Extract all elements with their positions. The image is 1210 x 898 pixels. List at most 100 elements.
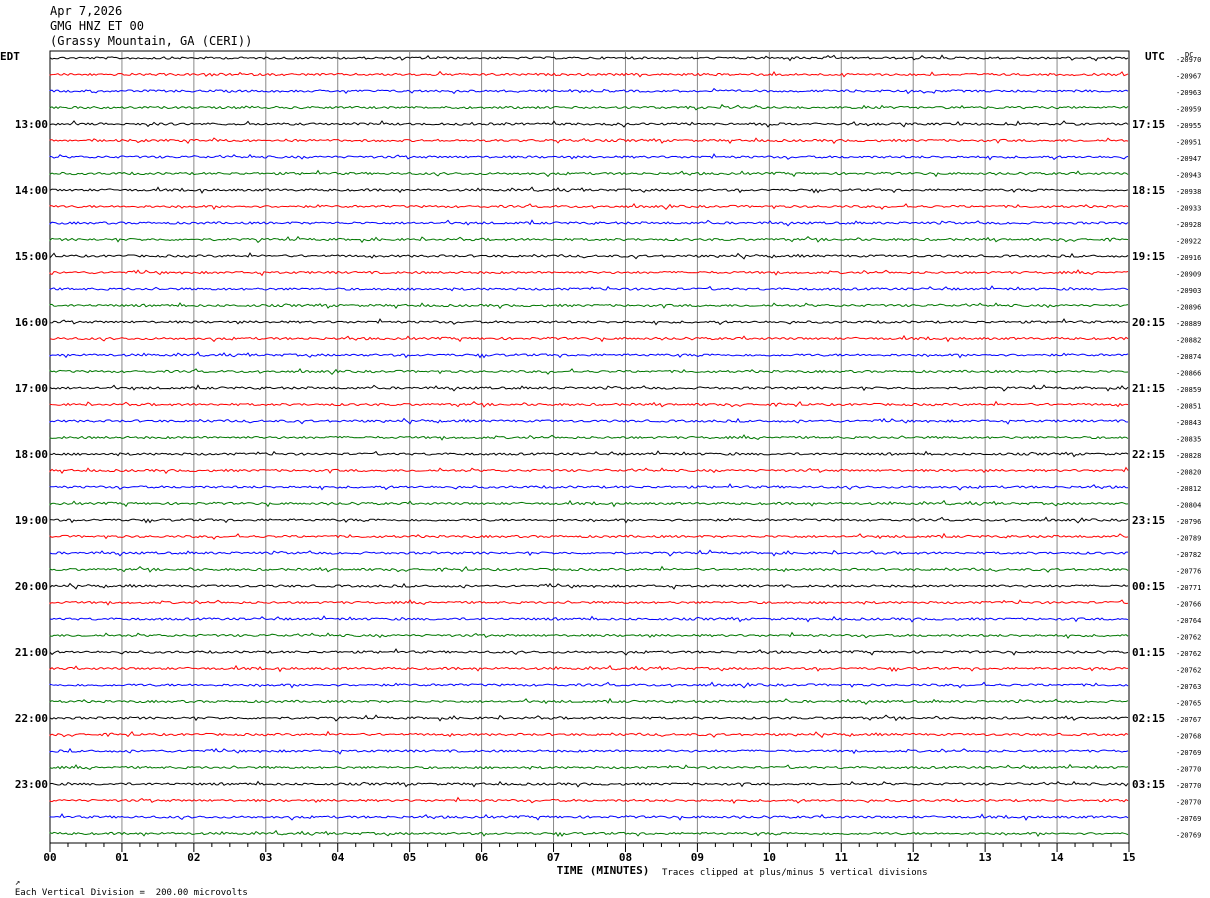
trace-line	[49, 103, 1129, 111]
dc-offset-label: -20889	[1176, 320, 1201, 328]
trace-line	[49, 549, 1128, 557]
dc-offset-label: -20843	[1176, 419, 1201, 427]
dc-offset-label: -20771	[1176, 584, 1201, 592]
trace-line	[49, 466, 1129, 475]
x-tick-label: 12	[907, 851, 920, 864]
left-hour-label: 18:00	[15, 448, 48, 461]
trace-line	[49, 318, 1129, 326]
trace-line	[49, 302, 1129, 310]
trace-line	[49, 269, 1129, 277]
dc-offset-label: -20874	[1176, 353, 1201, 361]
trace-line	[49, 664, 1129, 673]
trace-line	[49, 367, 1129, 376]
right-hour-label: 23:15	[1132, 514, 1165, 527]
trace-line	[49, 565, 1129, 573]
scale-text: Each Vertical Division = 200.00 microvol…	[14, 888, 248, 898]
trace-line	[49, 829, 1129, 838]
dc-offset-label: -20770	[1176, 766, 1201, 774]
trace-line	[49, 796, 1129, 804]
dc-offset-label: -20970	[1176, 56, 1201, 64]
dc-offset-label: -20928	[1176, 221, 1201, 229]
dc-offset-label: -20851	[1176, 403, 1201, 411]
trace-line	[49, 648, 1129, 656]
trace-line	[49, 697, 1129, 706]
dc-offset-label: -20828	[1176, 452, 1201, 460]
trace-line	[49, 730, 1129, 739]
trace-line	[49, 631, 1129, 639]
trace-line	[49, 763, 1129, 770]
right-hour-label: 21:15	[1132, 382, 1165, 395]
trace-line	[49, 87, 1129, 95]
dc-offset-label: -20776	[1176, 568, 1201, 576]
trace-line	[49, 483, 1129, 491]
dc-offset-label: -20767	[1176, 716, 1201, 724]
dc-offset-label: -20955	[1176, 122, 1201, 130]
x-tick-label: 10	[763, 851, 776, 864]
trace-line	[49, 153, 1129, 161]
seismogram-chart: 00 01 02 03 04 05 06 07 08 09 10 11 12 13 14 15 TIME (MI…	[0, 50, 1201, 877]
dc-offset-label: -20764	[1176, 617, 1201, 625]
x-tick-label: 05	[403, 851, 416, 864]
dc-offset-label: -20947	[1176, 155, 1201, 163]
trace-line	[49, 285, 1129, 292]
trace-line	[49, 235, 1129, 244]
x-tick-label: 02	[187, 851, 200, 864]
dc-offset-label: -20959	[1176, 106, 1201, 114]
right-hour-label: 02:15	[1132, 712, 1165, 725]
left-hour-label: 16:00	[15, 316, 48, 329]
trace-line	[49, 400, 1129, 408]
dc-offset-label: -20882	[1176, 337, 1201, 345]
dc-offset-label: -20789	[1176, 535, 1201, 543]
x-tick-label: 08	[619, 851, 632, 864]
trace-line	[49, 582, 1129, 590]
trace-line	[49, 186, 1129, 194]
right-hour-label: 22:15	[1132, 448, 1165, 461]
dc-offset-label: -20909	[1176, 271, 1201, 279]
trace-line	[49, 499, 1129, 508]
trace-line	[49, 516, 1129, 524]
x-tick-label: 01	[115, 851, 129, 864]
trace-line	[49, 532, 1129, 540]
dc-offset-label: -20782	[1176, 551, 1201, 559]
dc-offset-label: -20903	[1176, 287, 1201, 295]
trace-line	[49, 747, 1129, 755]
dc-offset-label: -20769	[1176, 815, 1201, 823]
x-tick-label: 06	[475, 851, 489, 864]
left-hour-label: 15:00	[15, 250, 48, 263]
left-hour-label: 17:00	[15, 382, 48, 395]
dc-offset-label: -20896	[1176, 304, 1201, 312]
left-hour-label: 13:00	[15, 118, 48, 131]
right-hour-label: 20:15	[1132, 316, 1165, 329]
right-hour-label: 19:15	[1132, 250, 1165, 263]
dc-offset-label: -20938	[1176, 188, 1201, 196]
trace-line	[49, 434, 1129, 441]
dc-offset-label: -20866	[1176, 370, 1201, 378]
dc-offset-label: -20963	[1176, 89, 1201, 97]
left-hour-label: 20:00	[15, 580, 48, 593]
trace-line	[49, 202, 1129, 211]
dc-offset-label: -20820	[1176, 469, 1201, 477]
left-hour-label: 22:00	[15, 712, 48, 725]
x-tick-label: 03	[259, 851, 272, 864]
trace-line	[49, 120, 1129, 128]
dc-offset-label: -20933	[1176, 205, 1201, 213]
dc-offset-label: -20812	[1176, 485, 1201, 493]
dc-offset-label: -20766	[1176, 601, 1201, 609]
dc-offset-label: -20859	[1176, 386, 1201, 394]
trace-line	[49, 599, 1129, 606]
dc-offset-label: -20765	[1176, 700, 1201, 708]
right-tz-label: UTC	[1145, 50, 1165, 63]
dc-offset-label: -20762	[1176, 634, 1201, 642]
trace-line	[49, 813, 1129, 821]
trace-line	[49, 334, 1129, 343]
trace-line	[49, 714, 1129, 722]
dc-offset-label: -20951	[1176, 139, 1201, 147]
x-tick-label: 11	[835, 851, 849, 864]
right-hour-label: 03:15	[1132, 778, 1165, 791]
x-tick-label: 09	[691, 851, 704, 864]
plot-frame	[49, 50, 1130, 844]
left-hour-label: 19:00	[15, 514, 48, 527]
left-tz-label: EDT	[0, 50, 20, 63]
dc-offset-label: -20770	[1176, 799, 1201, 807]
right-hour-label: 00:15	[1132, 580, 1165, 593]
